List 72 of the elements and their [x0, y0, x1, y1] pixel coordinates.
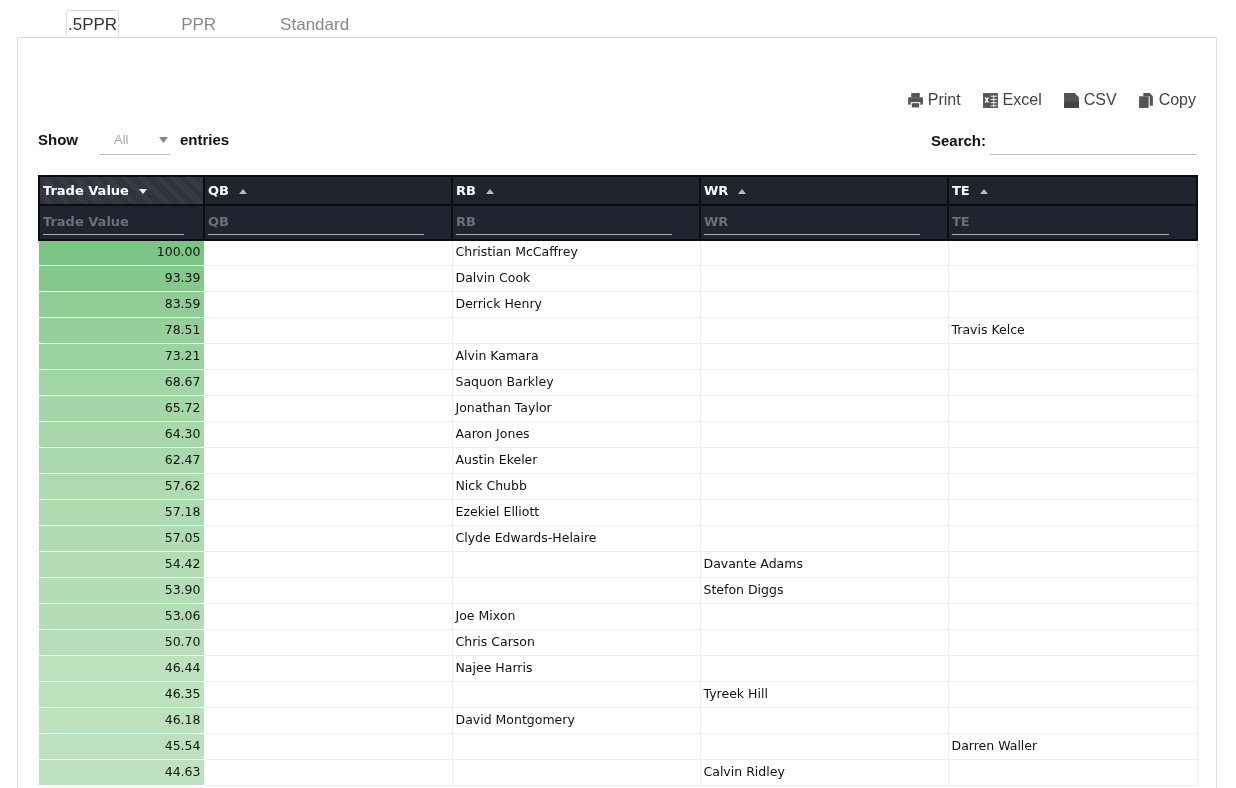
spreadsheet-icon [981, 91, 999, 109]
column-filter-field[interactable]: WR [700, 205, 948, 240]
table-cell: Tyreek Hill [700, 681, 948, 708]
table-cell: Davante Adams [700, 551, 948, 578]
table-cell: Saquon Barkley [452, 369, 700, 396]
table-cell: Nick Chubb [452, 473, 700, 500]
caret-icon [159, 136, 168, 143]
tab[interactable]: .5PPR [66, 10, 120, 37]
table-cell: Aaron Jones [452, 421, 700, 448]
table-cell: David Montgomery [452, 707, 700, 734]
table-cell: 46.35 [39, 681, 204, 708]
table-cell: 64.30 [39, 421, 204, 448]
table-cell: 65.72 [39, 395, 204, 422]
table-cell: 57.18 [39, 499, 204, 526]
column-header[interactable]: TE [948, 175, 1197, 205]
sort-arrow-icon [138, 188, 147, 194]
table-cell: Calvin Ridley [700, 759, 948, 786]
printer-icon [906, 91, 924, 109]
table-cell: Darren Waller [948, 733, 1197, 760]
column-filter-field[interactable]: Trade Value [39, 205, 204, 240]
show-label: Show [38, 130, 78, 150]
table-cell: 46.18 [39, 707, 204, 734]
csv-file-icon [1062, 91, 1080, 109]
table-cell: Alvin Kamara [452, 343, 700, 370]
table-cell: Travis Kelce [948, 317, 1197, 344]
sort-arrow-icon [238, 188, 247, 194]
export-button[interactable]: CSV [1062, 88, 1117, 112]
table-cell: 57.62 [39, 473, 204, 500]
table-cell: Clyde Edwards-Helaire [452, 525, 700, 552]
table-cell: 53.90 [39, 577, 204, 604]
copy-icon [1137, 91, 1155, 109]
table-cell: Stefon Diggs [700, 577, 948, 604]
table-cell: Ezekiel Elliott [452, 499, 700, 526]
table-cell: Austin Ekeler [452, 447, 700, 474]
export-button[interactable]: Print [906, 88, 961, 112]
table-cell: 45.54 [39, 733, 204, 760]
sort-arrow-icon [738, 188, 747, 194]
table-cell: 53.06 [39, 603, 204, 630]
column-header[interactable]: RB [452, 175, 700, 205]
table-cell: 57.05 [39, 525, 204, 552]
table-cell: 68.67 [39, 369, 204, 396]
table-cell: Chris Carson [452, 629, 700, 656]
column-filter-field[interactable]: QB [204, 205, 452, 240]
table-cell: 83.59 [39, 291, 204, 318]
export-button[interactable]: Copy [1137, 88, 1196, 112]
table-cell: 46.44 [39, 655, 204, 682]
entries-label: entries [180, 130, 230, 150]
table-cell: 50.70 [39, 629, 204, 656]
search-label: Search: [930, 131, 986, 152]
sort-arrow-icon [485, 188, 494, 194]
table-cell: Derrick Henry [452, 291, 700, 318]
sort-arrow-icon [979, 188, 988, 194]
table-cell: 62.47 [39, 447, 204, 474]
column-header[interactable]: WR [700, 175, 948, 205]
tab[interactable]: Standard [278, 10, 352, 37]
table-cell: Dalvin Cook [452, 265, 700, 292]
column-header[interactable]: QB [204, 175, 452, 205]
column-header[interactable]: Trade Value [39, 175, 204, 205]
column-filter-field[interactable]: RB [452, 205, 700, 240]
table-cell: Joe Mixon [452, 603, 700, 630]
table-cell: 44.63 [39, 759, 204, 786]
table-cell: Najee Harris [452, 655, 700, 682]
table-cell: 78.51 [39, 317, 204, 344]
export-button[interactable]: Excel [981, 88, 1042, 112]
table-cell: Jonathan Taylor [452, 395, 700, 422]
column-filter-field[interactable]: TE [948, 205, 1197, 240]
tab[interactable]: PPR [179, 10, 219, 37]
table-cell: 93.39 [39, 265, 204, 292]
table-cell: Christian McCaffrey [452, 239, 700, 266]
table-cell: 54.42 [39, 551, 204, 578]
table-cell: 73.21 [39, 343, 204, 370]
table-cell: 100.00 [39, 239, 204, 266]
